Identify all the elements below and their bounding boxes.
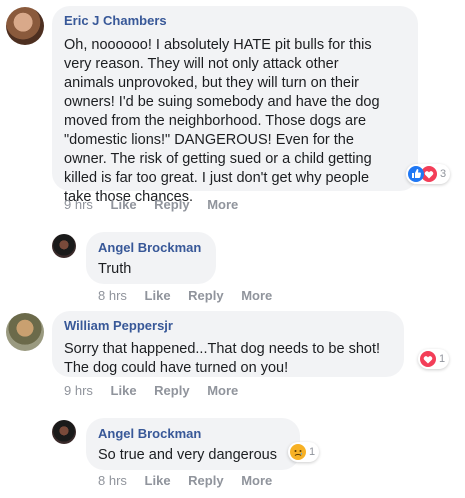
like-button[interactable]: Like <box>145 288 171 303</box>
comment-text: Truth <box>98 261 132 277</box>
comment-line: Sorry that happened...That dog needs to … <box>64 341 380 357</box>
reply-button[interactable]: Reply <box>154 197 189 212</box>
comment-timestamp[interactable]: 9 hrs <box>64 197 93 212</box>
comment-text: Oh, noooooo! I absolutely HATE pit bulls… <box>64 36 406 207</box>
sad-icon <box>290 444 306 460</box>
comment-line: The dog could have turned on you! <box>64 360 289 376</box>
like-button[interactable]: Like <box>111 383 137 398</box>
comment-timestamp[interactable]: 9 hrs <box>64 383 93 398</box>
reaction-count: 1 <box>309 446 316 458</box>
reaction-count: 3 <box>440 168 447 180</box>
comment-author[interactable]: William Peppersjr <box>64 318 392 334</box>
avatar[interactable] <box>52 420 76 444</box>
like-button[interactable]: Like <box>111 197 137 212</box>
comment-author[interactable]: Angel Brockman <box>98 426 288 442</box>
avatar[interactable] <box>52 234 76 258</box>
reply-button[interactable]: Reply <box>188 288 223 303</box>
reaction-summary[interactable]: 3 <box>406 164 451 184</box>
reaction-count: 1 <box>439 353 446 365</box>
comment-line: "domestic lions!" DANGEROUS! Even for th… <box>64 132 354 148</box>
comment-actions: 8 hrs Like Reply More <box>98 288 272 303</box>
comment-line: killed is far too great. I just don't ge… <box>64 170 370 186</box>
comment-actions: 9 hrs Like Reply More <box>64 197 238 212</box>
comment-line: owners! I'd be suing somebody and have t… <box>64 94 380 110</box>
reply-button[interactable]: Reply <box>154 383 189 398</box>
more-button[interactable]: More <box>207 383 238 398</box>
comment-bubble: Eric J Chambers Oh, noooooo! I absolutel… <box>52 6 418 205</box>
love-icon <box>420 351 436 367</box>
comment-timestamp[interactable]: 8 hrs <box>98 473 127 488</box>
avatar[interactable] <box>6 313 44 351</box>
comment-line: moved from the neighborhood. Those dogs … <box>64 113 367 129</box>
reaction-summary[interactable]: 1 <box>288 442 320 462</box>
comment-actions: 9 hrs Like Reply More <box>64 383 238 398</box>
comment-line: very reason. They will not only attack o… <box>64 56 339 72</box>
comment-bubble: Angel Brockman So true and very dangerou… <box>86 418 300 470</box>
more-button[interactable]: More <box>207 197 238 212</box>
avatar[interactable] <box>6 7 44 45</box>
more-button[interactable]: More <box>241 473 272 488</box>
comment-timestamp[interactable]: 8 hrs <box>98 288 127 303</box>
comment-actions: 8 hrs Like Reply More <box>98 473 272 488</box>
like-icon <box>408 166 424 182</box>
comment-text: Sorry that happened...That dog needs to … <box>64 340 392 378</box>
more-button[interactable]: More <box>241 288 272 303</box>
comment-bubble: William Peppersjr Sorry that happened...… <box>52 311 404 377</box>
comment-line: Oh, noooooo! I absolutely HATE pit bulls… <box>64 37 372 53</box>
reaction-summary[interactable]: 1 <box>418 349 450 369</box>
comment-line: owner. The risk of getting sued or a chi… <box>64 151 372 167</box>
comment-text: So true and very dangerous <box>98 447 277 463</box>
reply-button[interactable]: Reply <box>188 473 223 488</box>
comment-author[interactable]: Eric J Chambers <box>64 13 406 29</box>
like-button[interactable]: Like <box>145 473 171 488</box>
comment-line: animals unprovoked, but they will turn o… <box>64 75 359 91</box>
comment-bubble: Angel Brockman Truth <box>86 232 216 284</box>
comment-author[interactable]: Angel Brockman <box>98 240 204 256</box>
